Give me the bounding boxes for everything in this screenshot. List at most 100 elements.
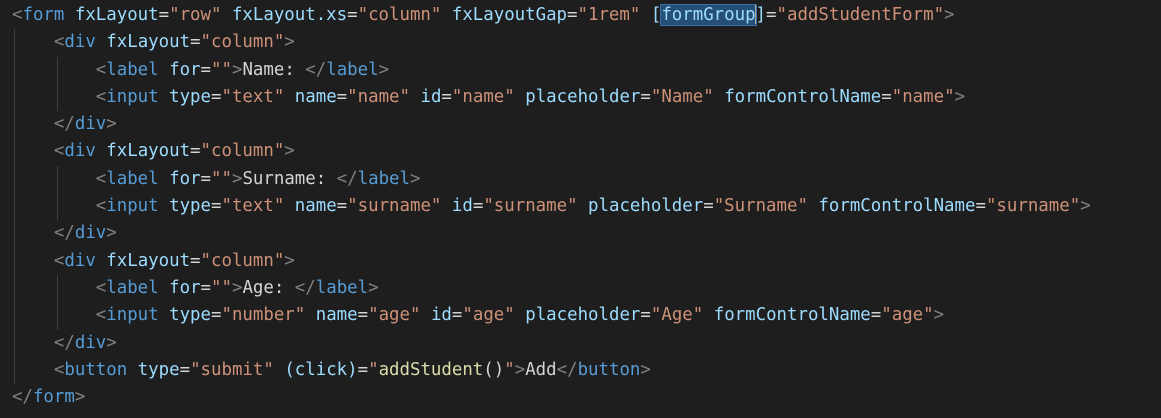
code-token: "addStudentForm" [776, 5, 945, 25]
code-token: </ [53, 332, 75, 353]
code-token: fxLayout [106, 250, 191, 271]
code-token: div [74, 114, 107, 135]
code-token: label [106, 277, 159, 298]
code-token: Name: [242, 59, 306, 80]
code-token: " [504, 359, 515, 380]
code-token: > [106, 223, 117, 244]
code-token: < [95, 59, 107, 80]
code-line[interactable]: </div> [0, 220, 1161, 248]
code-token: = [336, 196, 348, 217]
code-token: > [378, 59, 390, 80]
code-token: "1rem" [577, 5, 641, 25]
code-token: </ [53, 223, 75, 244]
code-token: for [169, 277, 201, 298]
code-token: < [95, 86, 107, 107]
code-token: = [190, 141, 201, 162]
code-line[interactable]: <input type="text" name="surname" id="su… [0, 193, 1161, 221]
indent-guide [57, 302, 58, 330]
code-token: label [326, 59, 379, 80]
code-token: addStudent [378, 359, 484, 380]
code-token: () [483, 359, 505, 380]
code-token: = [870, 305, 882, 326]
code-token: = [640, 305, 651, 326]
code-token: = [210, 196, 222, 217]
code-line[interactable]: <input type="text" name="name" id="name"… [0, 83, 1161, 112]
indent-guide [14, 302, 15, 330]
code-line[interactable]: <input type="number" name="age" id="age"… [0, 302, 1161, 330]
code-token: < [53, 359, 65, 380]
code-token: div [64, 250, 96, 271]
code-token: type [169, 196, 211, 217]
code-line[interactable]: </div> [0, 111, 1161, 139]
code-token: </ [53, 114, 75, 135]
code-token: = [200, 168, 211, 189]
code-token: Surname: [242, 168, 337, 189]
code-token: id [420, 86, 442, 107]
code-token: > [231, 168, 243, 189]
code-token: "name" [891, 86, 955, 107]
code-token: input [106, 196, 159, 217]
code-token: input [106, 305, 159, 326]
code-token: "Age" [650, 305, 704, 326]
code-token: id [451, 196, 473, 217]
code-line[interactable]: </form> [0, 384, 1161, 411]
code-token: = [451, 305, 463, 326]
code-token: > [106, 332, 117, 353]
code-token: > [284, 141, 295, 162]
code-line[interactable]: <div fxLayout="column"> [0, 247, 1161, 275]
code-token: "age" [462, 305, 515, 326]
code-token: > [74, 387, 86, 408]
code-line[interactable]: <label for="">Name: </label> [0, 56, 1161, 84]
code-line[interactable]: <label for="">Surname: </label> [0, 165, 1161, 194]
selected-token: formGroup [660, 4, 757, 26]
code-token: "text" [221, 196, 285, 217]
code-line[interactable]: <form fxLayout="row" fxLayout.xs="column… [0, 2, 1161, 29]
code-token: "Surname" [713, 196, 808, 217]
code-token: "column" [357, 5, 442, 25]
code-token: < [95, 277, 107, 298]
code-token: = [347, 5, 358, 25]
indent-guide [57, 56, 58, 84]
indent-guide [14, 329, 15, 357]
code-line[interactable]: </div> [0, 329, 1161, 357]
code-line[interactable]: <div fxLayout="column"> [0, 138, 1161, 166]
code-token: = [640, 86, 651, 107]
code-line[interactable]: <button type="submit" (click)="addStuden… [0, 356, 1161, 385]
code-token: = [200, 277, 211, 298]
code-token: < [95, 168, 107, 189]
code-token: < [95, 305, 107, 326]
indent-guide [14, 29, 15, 57]
code-editor[interactable]: <form fxLayout="row" fxLayout.xs="column… [0, 0, 1161, 418]
code-token: = [881, 86, 892, 107]
code-token: = [158, 5, 170, 25]
code-token: </ [12, 387, 33, 408]
code-token: "column" [200, 250, 285, 271]
code-token: (click) [284, 359, 358, 380]
code-line[interactable]: <label for="">Age: </label> [0, 274, 1161, 303]
code-token: "surname" [985, 196, 1081, 217]
indent-guide [14, 165, 15, 194]
code-token: = [190, 250, 201, 271]
code-token: < [53, 141, 65, 162]
indent-guide [14, 138, 15, 166]
code-token: "row" [169, 5, 222, 25]
code-token: fxLayoutGap [451, 5, 568, 25]
code-token: = [179, 359, 191, 380]
code-line[interactable]: <div fxLayout="column"> [0, 29, 1161, 57]
code-token: > [944, 5, 955, 25]
code-token: = [472, 196, 484, 217]
